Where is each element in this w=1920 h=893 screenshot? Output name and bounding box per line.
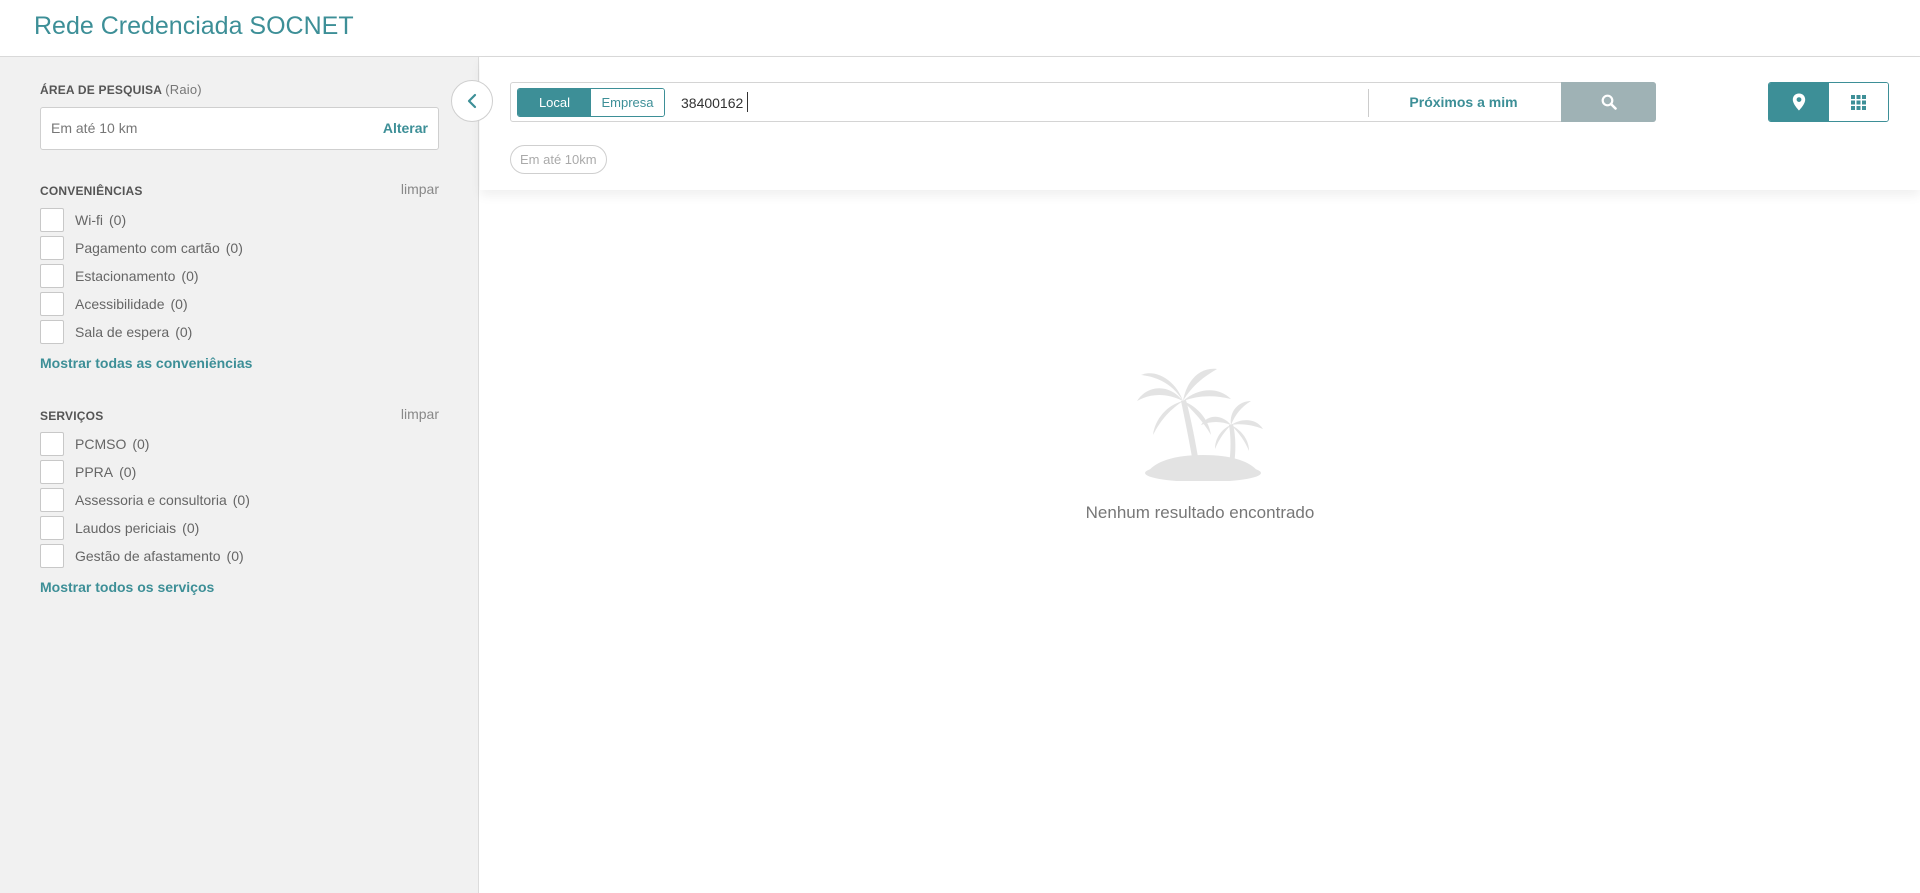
grid-icon bbox=[1850, 94, 1866, 110]
search-bar: Local Empresa Próximos a mim bbox=[510, 82, 1656, 122]
checkbox-count: (0) bbox=[225, 240, 243, 256]
checkbox-label: Sala de espera bbox=[75, 324, 170, 340]
clear-conveniencias-link[interactable]: limpar bbox=[401, 181, 439, 197]
checkbox-label: PCMSO bbox=[75, 436, 127, 452]
show-all-conveniencias-link[interactable]: Mostrar todas as conveniências bbox=[40, 355, 252, 371]
map-view-button[interactable] bbox=[1769, 83, 1829, 121]
checkbox[interactable] bbox=[40, 516, 64, 540]
search-radius-field: Em até 10 km Alterar bbox=[40, 107, 439, 150]
conveniencia-item-wifi[interactable]: Wi-fi (0) bbox=[40, 208, 126, 232]
servico-item-pcmso[interactable]: PCMSO (0) bbox=[40, 432, 149, 456]
search-mode-toggle: Local Empresa bbox=[517, 88, 665, 117]
checkbox[interactable] bbox=[40, 432, 64, 456]
filter-sidebar: ÁREA DE PESQUISA (Raio) Em até 10 km Alt… bbox=[0, 57, 479, 893]
servico-item-ppra[interactable]: PPRA (0) bbox=[40, 460, 136, 484]
checkbox-count: (0) bbox=[232, 492, 250, 508]
clear-servicos-link[interactable]: limpar bbox=[401, 406, 439, 422]
checkbox-label: PPRA bbox=[75, 464, 114, 480]
servico-item-laudos[interactable]: Laudos periciais (0) bbox=[40, 516, 199, 540]
palm-island-icon bbox=[1137, 368, 1263, 482]
conveniencia-item-sala-espera[interactable]: Sala de espera (0) bbox=[40, 320, 192, 344]
checkbox-count: (0) bbox=[170, 296, 188, 312]
checkbox-label: Assessoria e consultoria bbox=[75, 492, 227, 508]
checkbox-label: Gestão de afastamento bbox=[75, 548, 221, 564]
checkbox-count: (0) bbox=[132, 436, 150, 452]
checkbox[interactable] bbox=[40, 544, 64, 568]
conveniencias-title: CONVENIÊNCIAS bbox=[40, 184, 143, 198]
search-area: Local Empresa Próximos a mim bbox=[480, 57, 1920, 190]
checkbox[interactable] bbox=[40, 236, 64, 260]
checkbox[interactable] bbox=[40, 460, 64, 484]
search-icon bbox=[1601, 94, 1617, 110]
checkbox-count: (0) bbox=[175, 324, 193, 340]
chevron-left-icon bbox=[467, 93, 477, 109]
collapse-sidebar-button[interactable] bbox=[451, 80, 493, 122]
checkbox-count: (0) bbox=[182, 520, 200, 536]
empty-state bbox=[1060, 365, 1340, 486]
conveniencia-item-pagamento[interactable]: Pagamento com cartão (0) bbox=[40, 236, 243, 260]
checkbox-count: (0) bbox=[109, 212, 127, 228]
top-bar: Rede Credenciada SOCNET bbox=[0, 0, 1920, 57]
checkbox-count: (0) bbox=[181, 268, 199, 284]
checkbox-label: Wi-fi bbox=[75, 212, 103, 228]
text-cursor bbox=[747, 92, 748, 112]
search-area-heading: ÁREA DE PESQUISA (Raio) bbox=[40, 82, 202, 97]
checkbox[interactable] bbox=[40, 320, 64, 344]
checkbox-label: Acessibilidade bbox=[75, 296, 165, 312]
checkbox-label: Estacionamento bbox=[75, 268, 176, 284]
checkbox[interactable] bbox=[40, 292, 64, 316]
search-input[interactable] bbox=[681, 89, 1341, 117]
conveniencia-item-estacionamento[interactable]: Estacionamento (0) bbox=[40, 264, 199, 288]
radius-filter-chip[interactable]: Em até 10km bbox=[510, 145, 607, 174]
search-button[interactable] bbox=[1561, 82, 1656, 122]
checkbox[interactable] bbox=[40, 208, 64, 232]
servicos-title: SERVIÇOS bbox=[40, 409, 104, 423]
map-pin-icon bbox=[1792, 93, 1805, 111]
search-radius-value: Em até 10 km bbox=[51, 120, 138, 136]
view-toggle bbox=[1768, 82, 1889, 122]
checkbox[interactable] bbox=[40, 264, 64, 288]
empty-results-message: Nenhum resultado encontrado bbox=[1085, 503, 1315, 522]
checkbox-label: Pagamento com cartão bbox=[75, 240, 220, 256]
app-title: Rede Credenciada SOCNET bbox=[34, 12, 354, 40]
mode-empresa-button[interactable]: Empresa bbox=[591, 89, 664, 116]
mode-local-button[interactable]: Local bbox=[518, 89, 591, 116]
conveniencia-item-acessibilidade[interactable]: Acessibilidade (0) bbox=[40, 292, 188, 316]
search-area-subtitle: (Raio) bbox=[165, 82, 202, 97]
checkbox[interactable] bbox=[40, 488, 64, 512]
nearby-button[interactable]: Próximos a mim bbox=[1368, 83, 1559, 121]
change-radius-link[interactable]: Alterar bbox=[383, 120, 428, 136]
checkbox-count: (0) bbox=[226, 548, 244, 564]
servico-item-afastamento[interactable]: Gestão de afastamento (0) bbox=[40, 544, 244, 568]
search-area-title: ÁREA DE PESQUISA bbox=[40, 83, 162, 97]
checkbox-label: Laudos periciais bbox=[75, 520, 177, 536]
show-all-servicos-link[interactable]: Mostrar todos os serviços bbox=[40, 579, 214, 595]
checkbox-count: (0) bbox=[119, 464, 137, 480]
servico-item-assessoria[interactable]: Assessoria e consultoria (0) bbox=[40, 488, 250, 512]
grid-view-button[interactable] bbox=[1828, 83, 1888, 121]
